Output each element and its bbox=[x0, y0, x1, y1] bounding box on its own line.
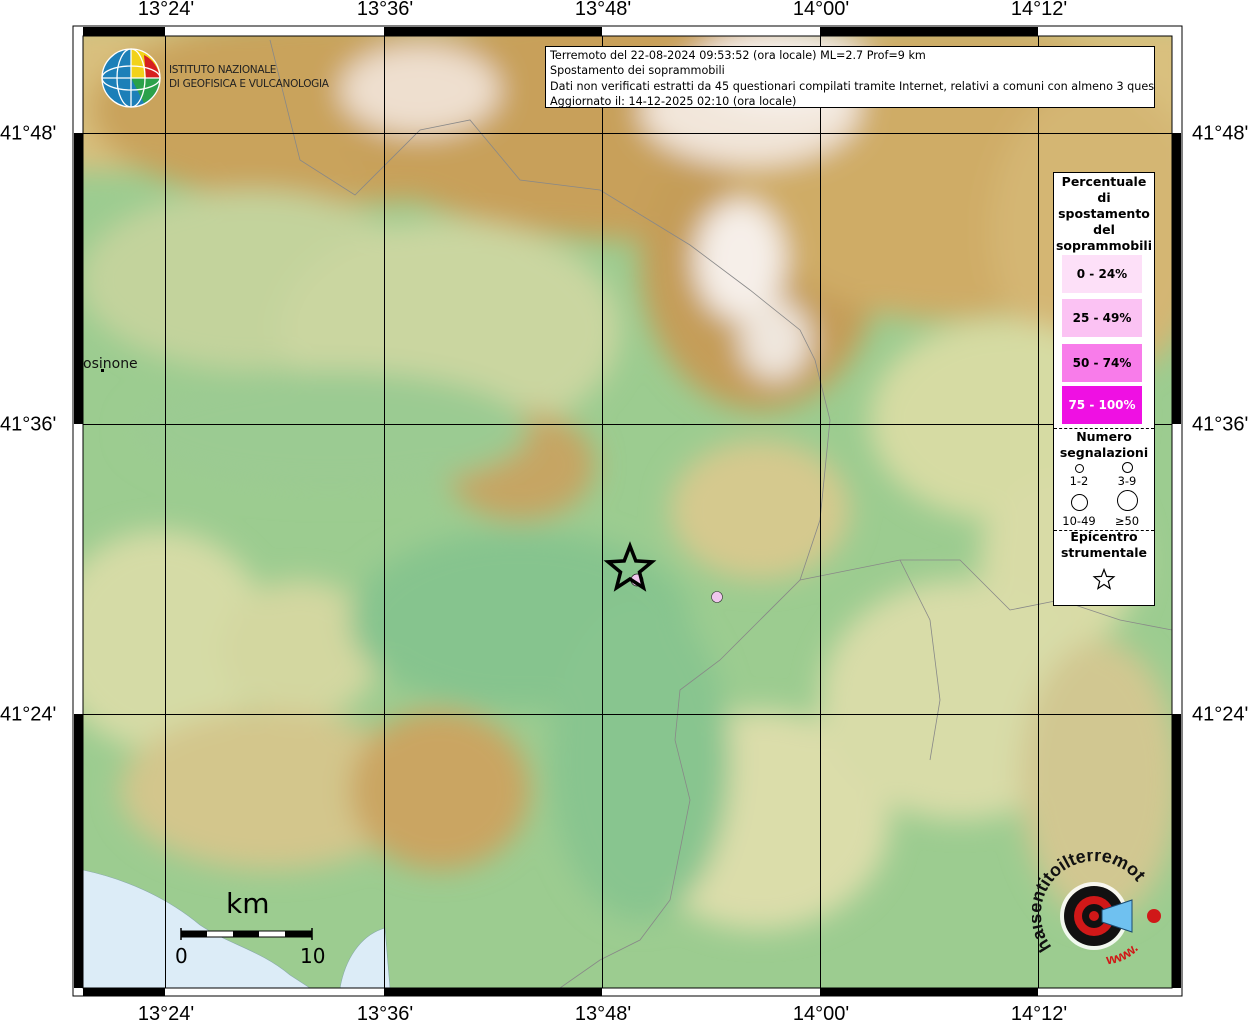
legend-title-line: soprammobili bbox=[1055, 238, 1152, 253]
count-label: ≥50 bbox=[1114, 514, 1140, 528]
count-circle-10-49 bbox=[1071, 494, 1088, 511]
legend-epicenter-title: strumentale bbox=[1060, 545, 1148, 560]
longitude-label-top: 14°00' bbox=[792, 0, 850, 20]
latitude-label-right: 41°24' bbox=[1192, 703, 1249, 726]
legend-count-title: Numero bbox=[1076, 429, 1132, 444]
map-subject: Spostamento dei soprammobili bbox=[550, 64, 725, 78]
legend-range-25-49: 25 - 49% bbox=[1062, 299, 1142, 337]
data-disclaimer: Dati non verificati estratti da 45 quest… bbox=[550, 79, 1155, 93]
terrain-layer bbox=[83, 36, 1172, 988]
legend-title-line: spostamento bbox=[1058, 206, 1150, 221]
legend-epicenter-title: Epicentro bbox=[1070, 529, 1138, 544]
count-label: 1-2 bbox=[1069, 474, 1089, 488]
legend-range-0-24: 0 - 24% bbox=[1062, 255, 1142, 293]
legend-range-75-100: 75 - 100% bbox=[1062, 386, 1142, 424]
legend-range-50-74: 50 - 74% bbox=[1062, 344, 1142, 382]
longitude-label-bottom: 13°48' bbox=[574, 1003, 632, 1025]
latitude-label-left: 41°24' bbox=[0, 703, 57, 726]
legend-panel: Percentuale di spostamento del soprammob… bbox=[1053, 172, 1155, 606]
longitude-label-bottom: 14°00' bbox=[792, 1003, 850, 1025]
longitude-label-bottom: 13°36' bbox=[356, 1003, 414, 1025]
count-circle-50-plus bbox=[1117, 490, 1138, 511]
globe-icon bbox=[101, 48, 161, 108]
count-label: 10-49 bbox=[1062, 514, 1096, 528]
scale-bar-unit: km bbox=[226, 887, 270, 920]
update-timestamp: Aggiornato il: 14-12-2025 02:10 (ora loc… bbox=[550, 94, 797, 108]
event-title: Terremoto del 22-08-2024 09:53:52 (ora l… bbox=[550, 49, 926, 62]
count-circle-1-2 bbox=[1075, 464, 1084, 473]
ingv-name-line1: ISTITUTO NAZIONALE bbox=[169, 64, 277, 76]
scale-bar-start: 0 bbox=[175, 944, 188, 968]
count-circle-3-9 bbox=[1122, 462, 1133, 473]
longitude-label-bottom: 13°24' bbox=[137, 1003, 195, 1025]
observation-circle[interactable] bbox=[711, 591, 723, 603]
count-label: 3-9 bbox=[1117, 474, 1137, 488]
scale-bar-end: 10 bbox=[300, 944, 326, 968]
city-label: osinone bbox=[83, 356, 138, 372]
ingv-logo: ISTITUTO NAZIONALE DI GEOFISICA E VULCAN… bbox=[100, 47, 329, 109]
longitude-label-top: 13°24' bbox=[137, 0, 195, 20]
latitude-label-right: 41°48' bbox=[1192, 122, 1249, 145]
ingv-name-line2: DI GEOFISICA E VULCANOLOGIA bbox=[169, 78, 329, 90]
event-info-box: Terremoto del 22-08-2024 09:53:52 (ora l… bbox=[545, 46, 1155, 108]
legend-count-title: segnalazioni bbox=[1059, 445, 1149, 460]
legend-title-line: del bbox=[1093, 222, 1115, 237]
haisentito-logo: haisentitoilterremoto.it www. bbox=[1025, 836, 1167, 977]
longitude-label-bottom: 14°12' bbox=[1010, 1003, 1068, 1025]
longitude-label-top: 14°12' bbox=[1010, 0, 1068, 20]
legend-title-line: Percentuale bbox=[1061, 174, 1147, 189]
legend-title-line: di bbox=[1097, 190, 1111, 205]
haisentito-logo-icon: haisentitoilterremoto.it www. bbox=[1025, 836, 1161, 967]
longitude-label-top: 13°48' bbox=[574, 0, 632, 20]
epicenter-legend-star-icon bbox=[1092, 568, 1116, 590]
longitude-label-top: 13°36' bbox=[356, 0, 414, 20]
latitude-label-left: 41°48' bbox=[0, 122, 57, 145]
latitude-label-right: 41°36' bbox=[1192, 413, 1249, 436]
latitude-label-left: 41°36' bbox=[0, 413, 57, 436]
